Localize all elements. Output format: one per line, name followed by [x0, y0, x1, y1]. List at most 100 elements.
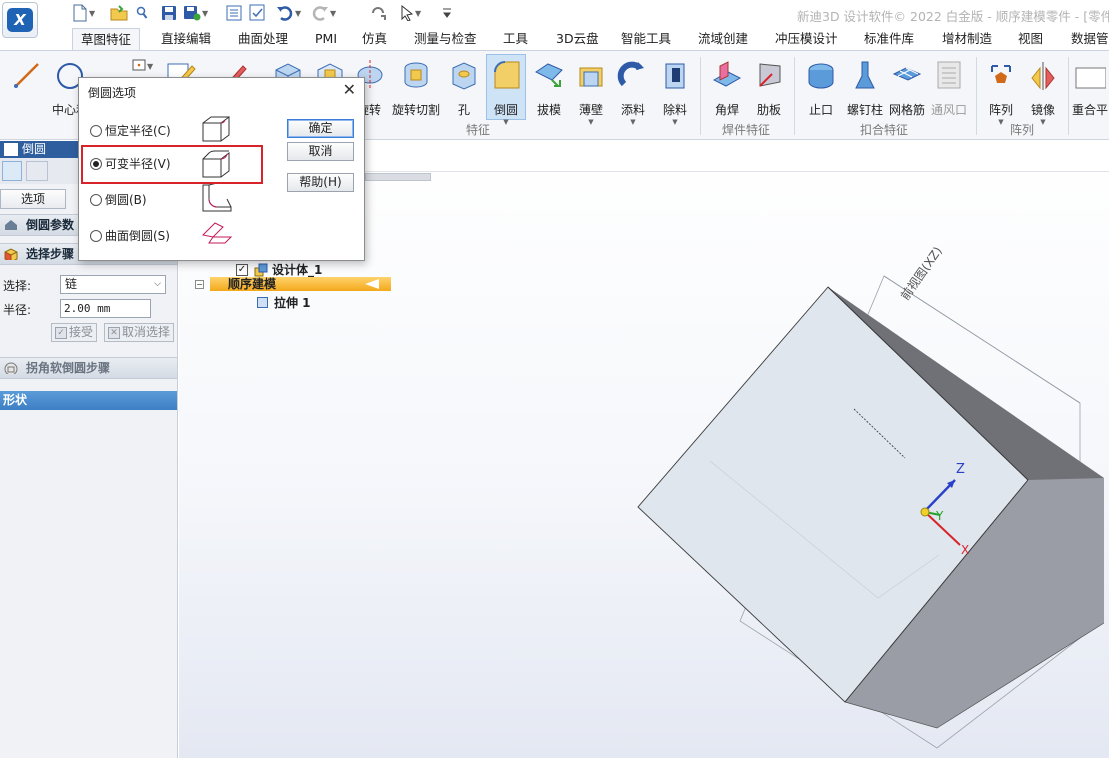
sequential-modeling-bar[interactable]: 顺序建模 [210, 277, 391, 291]
vent-label: 通风口 [930, 103, 967, 117]
grid-rib-icon [892, 67, 922, 81]
tab-pmi[interactable]: PMI [315, 28, 337, 50]
close-icon[interactable]: ✕ [343, 80, 356, 99]
radio-surface-blend[interactable] [90, 229, 102, 242]
rectangle-icon: ▼ [132, 59, 153, 71]
option-surface-blend[interactable]: 曲面倒圆(S) [90, 227, 170, 244]
radio-blend[interactable] [90, 193, 102, 206]
tab-view[interactable]: 视图 [1018, 28, 1043, 50]
section-shape[interactable]: 形状 [0, 391, 177, 410]
radius-input[interactable]: 2.00 mm [60, 299, 151, 318]
constant-radius-icon [202, 116, 230, 142]
remove-material-label: 除料 [662, 103, 687, 117]
fillet-weld-button[interactable]: 角焊 [704, 55, 750, 118]
plane-label: 前视图(XZ) [897, 243, 945, 302]
rib-plate-button[interactable]: 肋板 [746, 55, 792, 118]
mirror-button[interactable]: 镜像 ▼ [1020, 55, 1066, 126]
fillet-weld-icon [712, 61, 742, 87]
draft-button[interactable]: 拔模 [526, 55, 572, 118]
tab-sketch-features[interactable]: 草图特征 [72, 28, 141, 50]
visibility-checkbox[interactable]: ✓ [236, 263, 248, 276]
search-button[interactable] [136, 4, 148, 22]
ok-button[interactable]: 确定 [287, 119, 354, 138]
design-body-icon [254, 263, 268, 276]
undo-button[interactable]: ▼ [276, 4, 301, 22]
remove-material-dropdown-icon[interactable]: ▼ [652, 118, 698, 126]
tab-additive[interactable]: 增材制造 [942, 28, 992, 50]
rollback-marker-icon[interactable] [365, 279, 379, 289]
options-button[interactable]: 选项 [0, 189, 66, 209]
tab-smart-tools[interactable]: 智能工具 [621, 28, 671, 50]
select-tool-button[interactable]: ▼ [400, 4, 421, 22]
ribbon-tab-bar: 草图特征 直接编辑 曲面处理 PMI 仿真 测量与检查 工具 3D云盘 智能工具… [0, 28, 1109, 50]
help-button[interactable]: 帮助(H) [287, 173, 354, 192]
select-dropdown[interactable]: 链 ⌵ [60, 275, 166, 294]
rib-plate-icon [759, 63, 781, 87]
tab-tools[interactable]: 工具 [503, 28, 528, 50]
tab-3d-cloud[interactable]: 3D云盘 [556, 28, 599, 50]
add-material-dropdown-icon[interactable]: ▼ [610, 118, 656, 126]
pattern-icon [991, 65, 1011, 83]
lip-button[interactable]: 止口 [798, 55, 844, 118]
round-dropdown-icon[interactable]: ▼ [487, 118, 525, 126]
screw-boss-button[interactable]: 螺钉柱 [842, 55, 888, 118]
collapse-toggle[interactable]: − [195, 279, 204, 289]
tab-data-management[interactable]: 数据管 [1071, 28, 1109, 50]
option-blend[interactable]: 倒圆(B) [90, 191, 147, 208]
redo-icon [312, 6, 328, 21]
save-as-button[interactable]: ▼ [183, 4, 208, 22]
tab-measure-inspect[interactable]: 测量与检查 [414, 28, 477, 50]
check-button[interactable] [249, 4, 267, 22]
new-file-button[interactable]: ▼ [72, 4, 95, 22]
app-logo[interactable]: X [2, 2, 38, 38]
rectangle-tool-button[interactable]: ▼ [128, 55, 156, 75]
chevron-down-icon: ⌵ [154, 279, 161, 289]
pane-tab-layers[interactable] [26, 161, 48, 181]
save-as-icon [184, 6, 201, 21]
vent-button[interactable]: 通风口 [926, 55, 972, 118]
save-button[interactable] [161, 4, 177, 22]
open-file-button[interactable] [110, 4, 128, 22]
mirror-label: 镜像 [1030, 103, 1055, 117]
design-body-block[interactable] [637, 286, 1105, 729]
tree-item-extrude[interactable]: 拉伸 1 [257, 294, 311, 311]
redo-button[interactable]: ▼ [311, 4, 336, 22]
tree-item-design-body[interactable]: ✓ 设计体_1 [236, 261, 322, 278]
radio-constant-radius[interactable] [90, 124, 102, 137]
tab-surfacing[interactable]: 曲面处理 [238, 28, 288, 50]
properties-button[interactable] [226, 4, 242, 22]
revolve-cut-icon [404, 62, 428, 88]
pane-tab-feature-list[interactable] [2, 161, 22, 181]
tree-item-sequential-modeling[interactable]: − 顺序建模 [195, 277, 391, 291]
hole-button[interactable]: 孔 [442, 55, 486, 118]
tab-flow-domain[interactable]: 流域创建 [698, 28, 748, 50]
grid-rib-button[interactable]: 网格筋 [884, 55, 930, 118]
thin-wall-button[interactable]: 薄壁 ▼ [568, 55, 614, 126]
selection-highlight-box [81, 145, 263, 184]
clear-selection-button[interactable]: ✕ 取消选择 [104, 323, 175, 342]
round-button[interactable]: 倒圆 ▼ [486, 54, 526, 126]
check-doc-icon [249, 4, 265, 21]
section-corner-round[interactable]: 拐角软倒圆步骤 [0, 357, 177, 379]
option-constant-radius[interactable]: 恒定半径(C) [90, 122, 171, 139]
accept-button[interactable]: ✓ 接受 [51, 323, 98, 342]
line-tool-button[interactable] [4, 55, 50, 95]
dialog-title: 倒圆选项 [88, 86, 137, 100]
add-material-button[interactable]: 添料 ▼ [610, 55, 656, 126]
repeat-icon [372, 7, 386, 20]
revolve-cut-label: 旋转切割 [391, 103, 440, 117]
remove-material-button[interactable]: 除料 ▼ [652, 55, 698, 126]
repeat-button[interactable] [370, 4, 386, 22]
thin-wall-icon [579, 67, 603, 87]
tab-stamping-die[interactable]: 冲压模设计 [775, 28, 838, 50]
thin-wall-dropdown-icon[interactable]: ▼ [568, 118, 614, 126]
tab-standard-parts[interactable]: 标准件库 [864, 28, 914, 50]
coincident-plane-button[interactable]: 重合平 [1072, 55, 1109, 118]
pattern-button[interactable]: 阵列 ▼ [978, 55, 1024, 126]
customize-toolbar-button[interactable] [442, 4, 452, 22]
tab-simulation[interactable]: 仿真 [362, 28, 387, 50]
revolve-cut-button[interactable]: 旋转切割 [390, 55, 442, 118]
tab-direct-edit[interactable]: 直接编辑 [161, 28, 211, 50]
cancel-button[interactable]: 取消 [287, 142, 354, 161]
coincident-plane-label: 重合平 [1072, 103, 1109, 117]
